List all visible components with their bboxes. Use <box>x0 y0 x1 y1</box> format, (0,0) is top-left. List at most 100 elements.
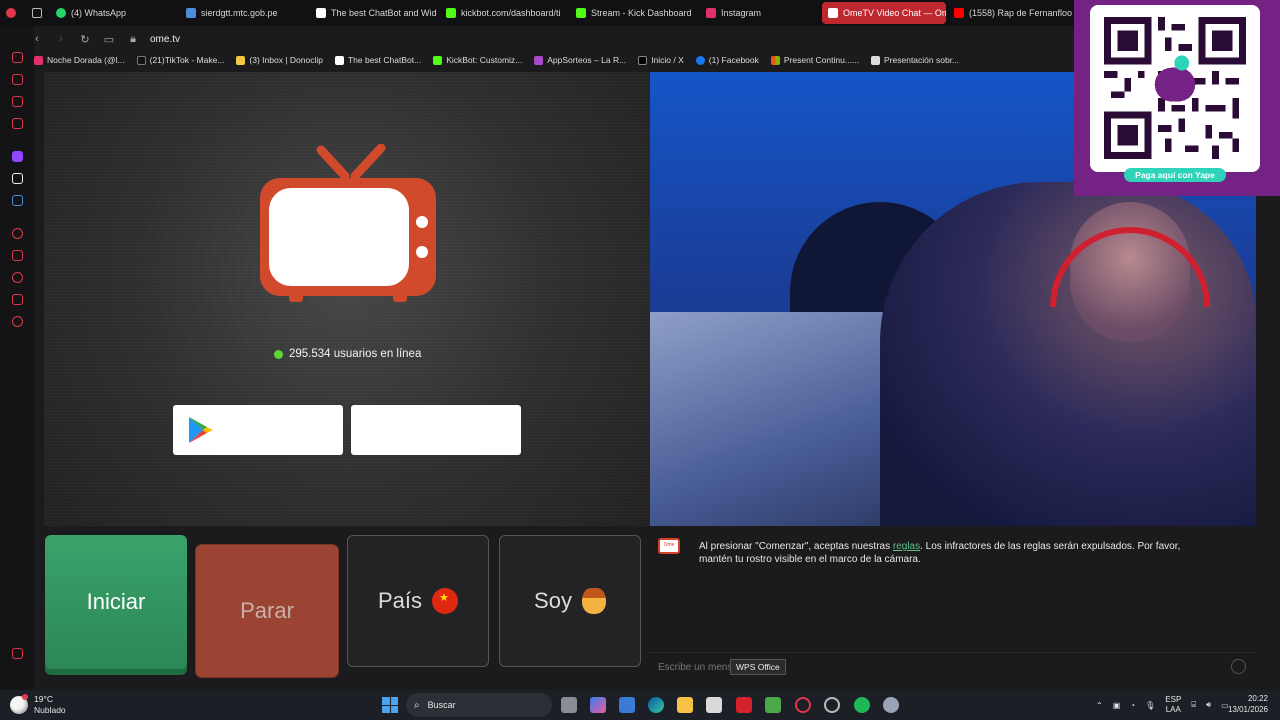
taskbar-tooltip: WPS Office <box>730 659 786 675</box>
country-button[interactable]: País <box>347 535 489 667</box>
tab-overview-icon[interactable] <box>26 2 48 24</box>
chevron-up-icon[interactable]: ⌃ <box>1096 701 1103 710</box>
volume-icon[interactable]: 🔊︎ <box>1206 700 1211 710</box>
google-play-button[interactable] <box>173 405 343 455</box>
opera-gx-icon[interactable] <box>795 697 811 713</box>
bookmark-item[interactable]: AppSorteos – La R... <box>534 55 626 65</box>
browser-sidebar <box>0 26 34 690</box>
camera-icon[interactable]: ▭ <box>102 32 116 46</box>
tab-whatsapp[interactable]: (4) WhatsApp <box>50 2 178 24</box>
spotify-icon[interactable] <box>854 697 870 713</box>
sidebar-app-icon[interactable] <box>12 195 23 206</box>
bookmark-item[interactable]: (3) Inbox | Donoclip <box>236 55 323 65</box>
microphone-icon[interactable]: 🎙︎ <box>1145 701 1155 710</box>
kick-icon <box>576 8 586 18</box>
wifi-icon[interactable]: ◔ <box>1130 701 1135 710</box>
screen: (4) WhatsApp sierdgtt.mtc.gob.pe The bes… <box>0 0 1280 720</box>
emoji-icon[interactable] <box>1231 659 1246 674</box>
tray-app-icon[interactable]: ▣ <box>1113 701 1121 710</box>
back-button[interactable]: ‹ <box>30 32 44 46</box>
ometv-icon <box>828 8 838 18</box>
google-play-icon <box>189 417 213 443</box>
task-view-icon[interactable] <box>561 697 577 713</box>
sidebar-settings-icon[interactable] <box>12 316 23 327</box>
sidebar-mail-icon[interactable] <box>12 118 23 129</box>
search-icon: ⌕ <box>414 699 420 711</box>
edge-icon[interactable] <box>648 697 664 713</box>
qr-code-icon <box>1104 17 1246 159</box>
network-icon[interactable]: ⌸ <box>1191 700 1196 710</box>
kick-icon <box>433 55 443 65</box>
app-store-button[interactable] <box>351 405 521 455</box>
whatsapp-icon <box>56 8 66 18</box>
tab-kick-dashboard[interactable]: Stream - Kick Dashboard <box>570 2 698 24</box>
sidebar-extensions-icon[interactable] <box>12 294 23 305</box>
chatbot-icon <box>316 8 326 18</box>
bookmark-item[interactable]: Present Continu...... <box>770 55 859 65</box>
sidebar-player-icon[interactable] <box>12 228 23 239</box>
start-button[interactable]: Iniciar <box>45 535 187 669</box>
tab-instagram[interactable]: Instagram <box>700 2 820 24</box>
bookmark-item[interactable]: Presentación sobr... <box>871 55 959 65</box>
lock-icon: 🔒︎ <box>130 32 136 45</box>
gender-button[interactable]: Soy <box>499 535 641 667</box>
tab-ometv[interactable]: OmeTV Video Chat — Om <box>822 2 946 24</box>
tab-sierdgtt[interactable]: sierdgtt.mtc.gob.pe <box>180 2 308 24</box>
opera-menu-button[interactable] <box>0 2 24 24</box>
windows-start-icon[interactable] <box>382 697 398 713</box>
settings-gear-icon[interactable] <box>883 697 899 713</box>
forward-button[interactable]: › <box>54 32 68 46</box>
qr-card <box>1090 5 1260 172</box>
appsorteos-icon <box>534 55 544 65</box>
url-field[interactable]: ome.tv <box>150 34 180 45</box>
notification-badge <box>22 694 28 700</box>
system-message: Al presionar "Comenzar", aceptas nuestra… <box>699 541 1181 565</box>
store-icon[interactable] <box>706 697 722 713</box>
sidebar-pinboard-icon[interactable] <box>12 250 23 261</box>
sidebar-aria-icon[interactable] <box>12 52 23 63</box>
app-icon[interactable] <box>619 697 635 713</box>
stop-button[interactable]: Parar <box>196 545 338 677</box>
address-bar: ‹ › ↻ ▭ 🔒︎ ome.tv <box>30 28 1080 50</box>
system-tray: ⌃ ▣ ◔ 🎙︎ ESP LAA ⌸ 🔊︎ ▭ <box>1096 694 1229 716</box>
instagram-icon <box>34 55 43 65</box>
sidebar-twitch-icon[interactable] <box>12 151 23 162</box>
tab-youtube[interactable]: (1558) Rap de Fernanfloo <box>948 2 1078 24</box>
camera-person <box>880 182 1256 526</box>
bookmark-item[interactable]: Inicio / X <box>638 55 684 65</box>
presentation-icon <box>871 55 881 65</box>
rules-link[interactable]: reglas <box>893 541 920 552</box>
bookmark-item[interactable]: (21)TikTok - Make... <box>136 55 224 65</box>
minecraft-icon[interactable] <box>765 697 781 713</box>
facebook-icon <box>695 55 705 65</box>
bookmark-item[interactable]: Noche Dorada (@l... <box>34 55 125 65</box>
sidebar-workspace-icon[interactable] <box>12 74 23 85</box>
bookmark-item[interactable]: The best ChatBot... <box>334 55 421 65</box>
taskbar-clock[interactable]: 20:22 13/01/2026 <box>1228 693 1268 715</box>
x-icon <box>638 55 648 65</box>
wps-office-icon[interactable] <box>736 697 752 713</box>
language-indicator[interactable]: ESP LAA <box>1165 695 1181 715</box>
sidebar-messenger-icon[interactable] <box>12 96 23 107</box>
tiktok-icon <box>136 55 146 65</box>
tab-kickbot[interactable]: kickbot.com/dashboard/ti <box>440 2 568 24</box>
sidebar-history-icon[interactable] <box>12 272 23 283</box>
weather-widget[interactable]: 19°C Nublado <box>10 694 66 716</box>
instagram-icon <box>706 8 716 18</box>
taskbar-search[interactable]: ⌕ Buscar <box>406 693 552 717</box>
bookmark-item[interactable]: KickBot: Customiz... <box>433 55 522 65</box>
tab-chatbot[interactable]: The best ChatBot and Wid <box>310 2 438 24</box>
reload-icon[interactable]: ↻ <box>78 32 92 46</box>
bookmark-item[interactable]: (1) Facebook <box>695 55 759 65</box>
copilot-icon[interactable] <box>590 697 606 713</box>
sidebar-gx-icon[interactable] <box>12 648 23 659</box>
partner-video-area: 295.534 usuarios en línea <box>44 72 650 526</box>
boy-avatar-icon <box>581 588 606 614</box>
weather-cloud-icon <box>10 694 28 714</box>
donoclip-icon <box>236 55 246 65</box>
obs-icon[interactable] <box>824 697 840 713</box>
sidebar-x-icon[interactable] <box>12 173 23 184</box>
file-explorer-icon[interactable] <box>677 697 693 713</box>
chatbot-icon <box>334 55 344 65</box>
online-users-counter: 295.534 usuarios en línea <box>274 348 421 360</box>
